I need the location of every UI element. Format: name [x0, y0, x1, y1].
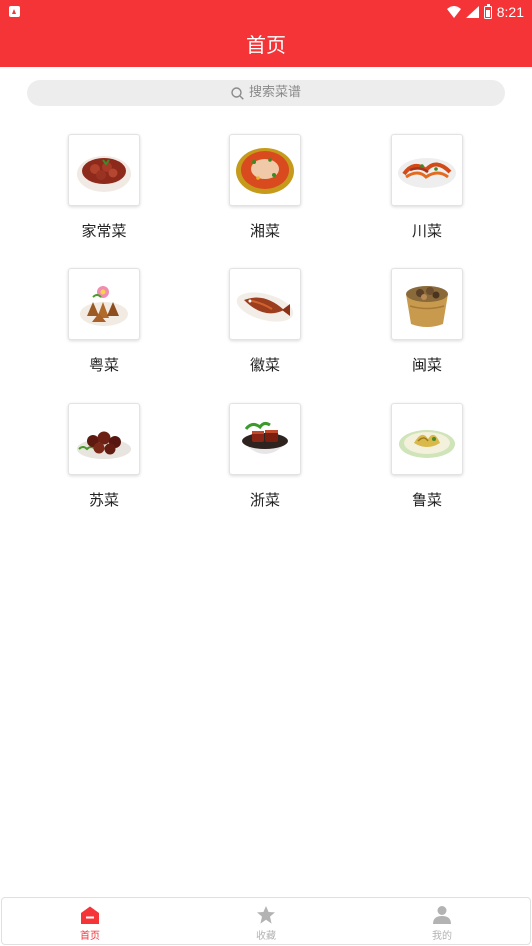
braised-pork-dish-image [68, 134, 140, 206]
cuisine-label: 湘菜 [249, 222, 280, 240]
cuisine-label: 鲁菜 [411, 491, 442, 509]
sweet-sour-ribs-image [68, 403, 140, 475]
cuisine-item-lu[interactable]: 鲁菜 [367, 403, 487, 523]
status-icons: 8:21 [446, 2, 524, 22]
vegetable-plate-image [391, 403, 463, 475]
stir-fry-noodle-dish-image [391, 134, 463, 206]
star-icon [257, 906, 275, 924]
tab-profile-label: 我的 [432, 931, 452, 942]
soup-jar-image [391, 268, 463, 340]
page-title: 首页 [246, 33, 286, 57]
cuisine-label: 徽菜 [249, 356, 280, 374]
battery-icon [483, 3, 492, 19]
tab-favorites-label: 收藏 [256, 931, 276, 942]
cuisine-label: 苏菜 [88, 491, 119, 509]
search-icon [231, 86, 244, 100]
cuisine-item-hui[interactable]: 徽菜 [205, 268, 325, 388]
tab-home[interactable]: 首页 [2, 898, 178, 944]
app-header: 8:21 首页 [0, 0, 532, 67]
notification-app-icon [9, 6, 20, 17]
bottom-tab-bar: 首页 收藏 我的 [1, 897, 531, 945]
cuisine-label: 粤菜 [88, 356, 119, 374]
cuisine-item-yue[interactable]: 粤菜 [44, 268, 164, 388]
cuisine-label: 家常菜 [81, 222, 127, 240]
cuisine-item-min[interactable]: 闽菜 [367, 268, 487, 388]
cuisine-label: 闽菜 [411, 356, 442, 374]
braised-fish-dish-image [229, 268, 301, 340]
cuisine-item-chuan[interactable]: 川菜 [367, 134, 487, 254]
signal-icon [465, 6, 479, 18]
tab-home-label: 首页 [80, 931, 100, 942]
cuisine-item-jiachang[interactable]: 家常菜 [44, 134, 164, 254]
cuisine-item-su[interactable]: 苏菜 [44, 403, 164, 523]
cuisine-item-xiang[interactable]: 湘菜 [205, 134, 325, 254]
search-bar[interactable]: 搜索菜谱 [27, 80, 505, 106]
dongpo-pork-image [229, 403, 301, 475]
cuisine-label: 川菜 [411, 222, 442, 240]
tab-favorites[interactable]: 收藏 [178, 898, 354, 944]
tab-profile[interactable]: 我的 [354, 898, 530, 944]
cuisine-label: 浙菜 [249, 491, 280, 509]
spicy-fish-pot-image [229, 134, 301, 206]
fried-chicken-dish-image [68, 268, 140, 340]
home-icon [81, 906, 99, 924]
wifi-icon [446, 6, 461, 18]
user-icon [433, 906, 451, 924]
search-placeholder: 搜索菜谱 [248, 85, 301, 100]
status-time: 8:21 [496, 4, 524, 20]
status-bar: 8:21 [0, 0, 532, 24]
cuisine-item-zhe[interactable]: 浙菜 [205, 403, 325, 523]
